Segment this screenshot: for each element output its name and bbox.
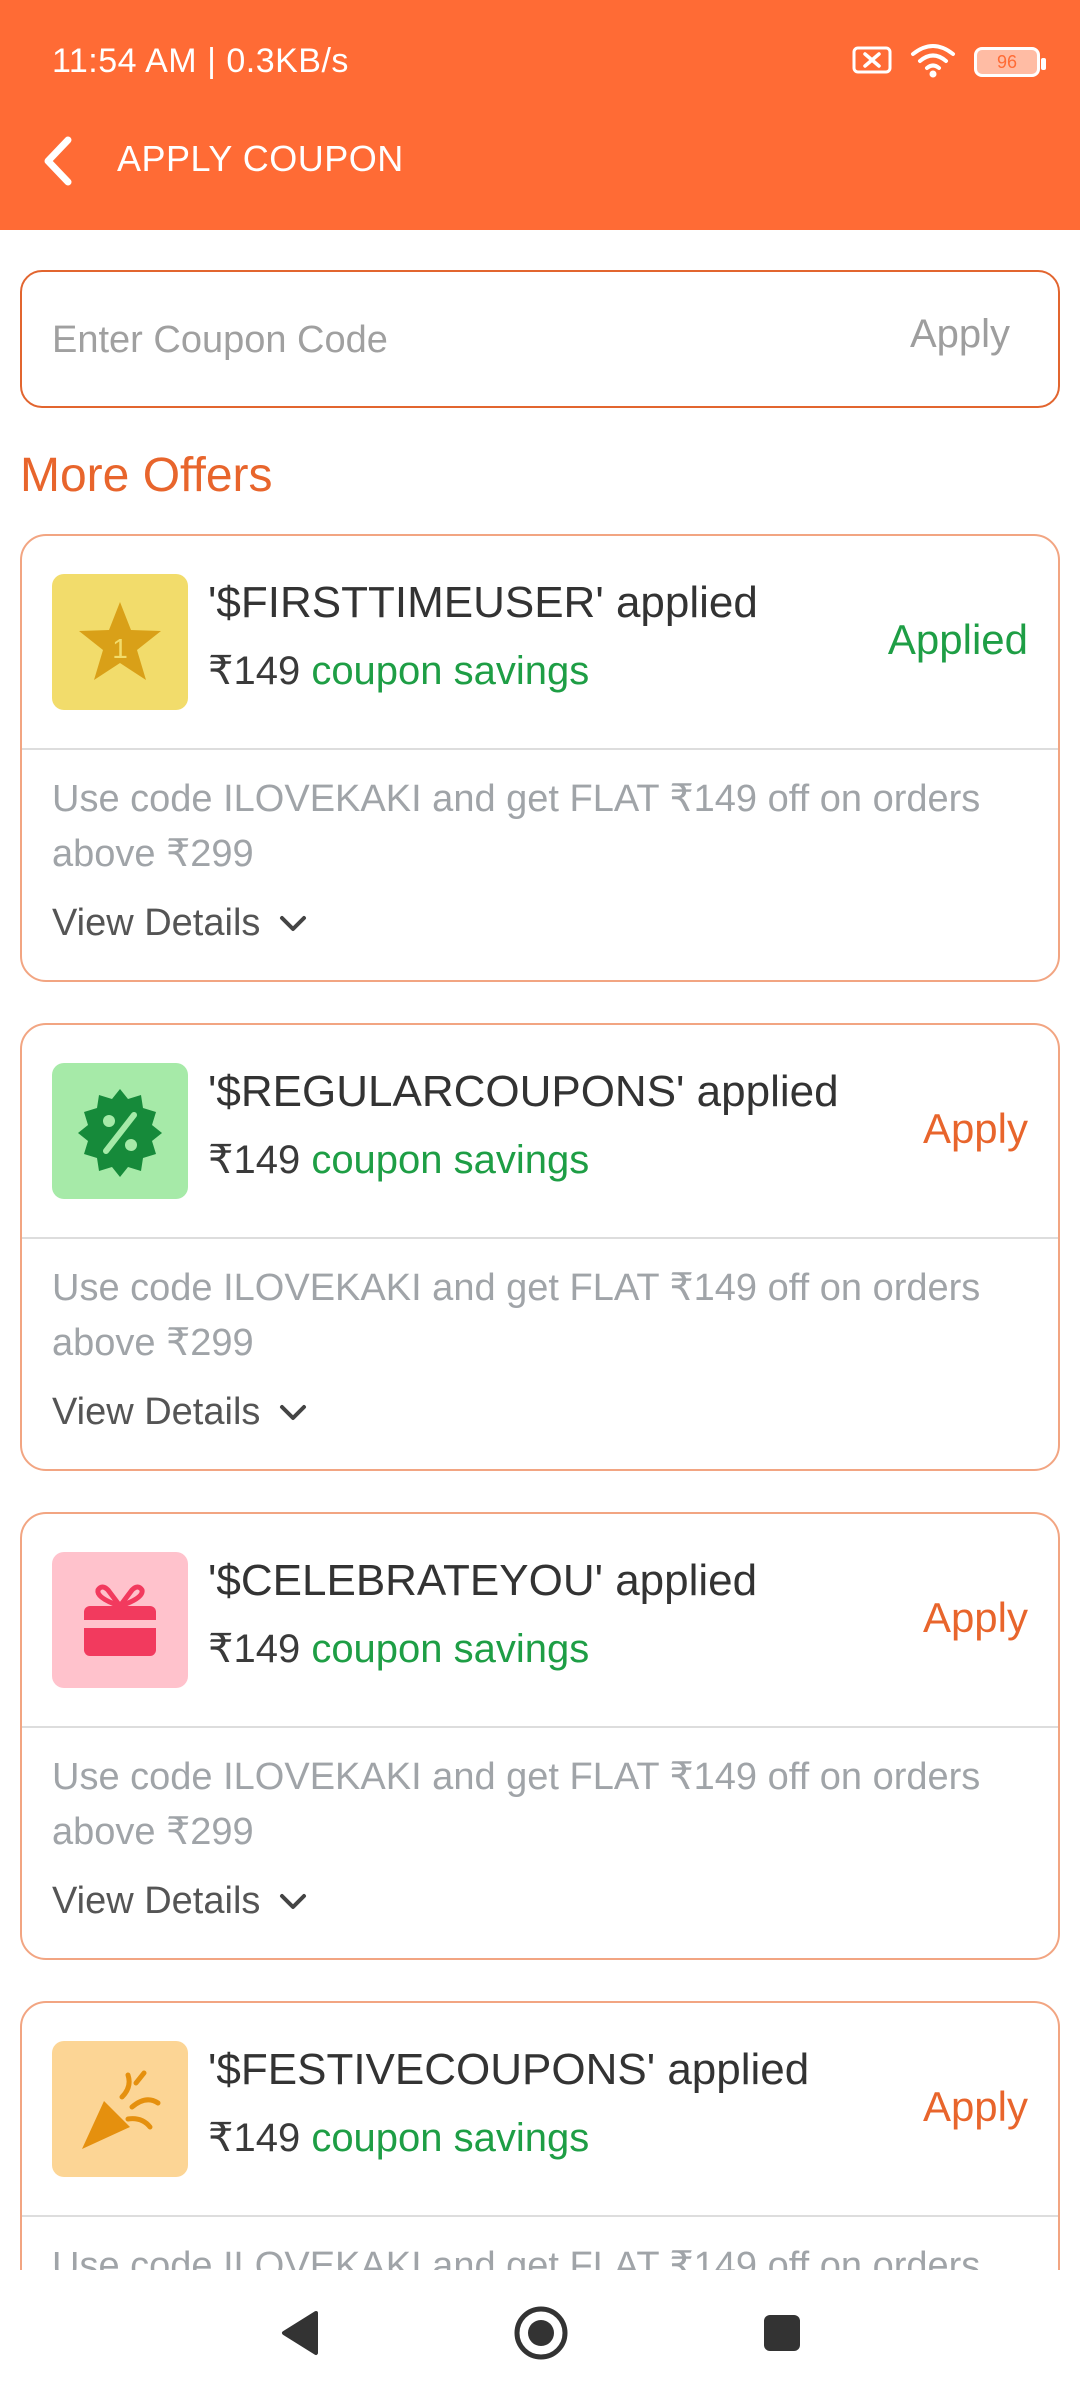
back-nav-icon[interactable] xyxy=(276,2308,322,2363)
offer-description: Use code ILOVEKAKI and get FLAT ₹149 off… xyxy=(52,778,981,875)
divider xyxy=(22,748,1058,750)
chevron-down-icon xyxy=(280,915,307,931)
offer-savings-label: coupon savings xyxy=(311,1138,590,1182)
chevron-left-icon xyxy=(44,136,72,186)
chevron-down-icon xyxy=(280,1893,307,1909)
offer-amount: ₹149 xyxy=(208,1627,301,1671)
party-popper-icon xyxy=(52,2041,188,2177)
offer-amount: ₹149 xyxy=(208,1138,301,1182)
back-button[interactable] xyxy=(22,126,92,196)
star-badge-icon: 1 xyxy=(52,574,188,710)
star-badge-number: 1 xyxy=(112,633,128,664)
offer-card: '$CELEBRATEYOU' applied ₹149 coupon savi… xyxy=(20,1512,1060,1960)
view-details-label: View Details xyxy=(52,1880,261,1922)
divider xyxy=(22,1726,1058,1728)
page-title: APPLY COUPON xyxy=(117,138,404,179)
battery-icon: 96 xyxy=(974,47,1046,77)
offer-card: '$REGULARCOUPONS' applied ₹149 coupon sa… xyxy=(20,1023,1060,1471)
status-time: 11:54 AM | 0.3KB/s xyxy=(52,42,349,80)
offer-card: '$FESTIVECOUPONS' applied ₹149 coupon sa… xyxy=(20,2001,1060,2270)
offer-apply-button[interactable]: Apply xyxy=(923,1594,1028,1642)
offer-apply-button[interactable]: Apply xyxy=(923,1105,1028,1153)
offer-savings-label: coupon savings xyxy=(311,649,590,693)
offer-description: Use code ILOVEKAKI and get FLAT ₹149 off… xyxy=(52,1756,981,1853)
offer-savings: ₹149 coupon savings xyxy=(208,1626,589,1672)
offer-applied-status[interactable]: Applied xyxy=(888,616,1028,664)
view-details-toggle[interactable]: View Details xyxy=(52,1391,308,1434)
close-box-icon xyxy=(852,45,892,80)
offer-savings-label: coupon savings xyxy=(311,2116,590,2160)
view-details-label: View Details xyxy=(52,1391,261,1433)
divider xyxy=(22,1237,1058,1239)
view-details-label: View Details xyxy=(52,902,261,944)
section-title: More Offers xyxy=(20,449,273,502)
home-nav-icon[interactable] xyxy=(512,2304,570,2367)
app-header: 11:54 AM | 0.3KB/s 96 APPLY COUPON xyxy=(0,0,1080,230)
percent-badge-icon xyxy=(52,1063,188,1199)
offer-description: Use code ILOVEKAKI and get FLAT ₹149 off… xyxy=(52,2245,981,2270)
view-details-toggle[interactable]: View Details xyxy=(52,902,308,945)
view-details-toggle[interactable]: View Details xyxy=(52,1880,308,1923)
offer-title: '$FESTIVECOUPONS' applied xyxy=(208,2045,810,2094)
gift-icon xyxy=(52,1552,188,1688)
offer-card: 1 '$FIRSTTIMEUSER' applied ₹149 coupon s… xyxy=(20,534,1060,982)
coupon-input-box: Apply xyxy=(20,270,1060,408)
wifi-icon xyxy=(910,42,956,83)
offer-amount: ₹149 xyxy=(208,649,301,693)
system-nav-bar xyxy=(0,2270,1080,2400)
divider xyxy=(22,2215,1058,2217)
status-bar: 11:54 AM | 0.3KB/s 96 xyxy=(0,0,1080,120)
offer-savings: ₹149 coupon savings xyxy=(208,1137,589,1183)
offer-apply-button[interactable]: Apply xyxy=(923,2083,1028,2131)
offer-title: '$REGULARCOUPONS' applied xyxy=(208,1067,839,1116)
offer-title: '$CELEBRATEYOU' applied xyxy=(208,1556,758,1605)
recents-nav-icon[interactable] xyxy=(760,2311,804,2360)
scroll-content[interactable]: Apply More Offers 1 '$FIRSTTIMEUSER' app… xyxy=(0,230,1080,2270)
offer-amount: ₹149 xyxy=(208,2116,301,2160)
chevron-down-icon xyxy=(280,1404,307,1420)
status-icons: 96 xyxy=(852,40,1046,84)
offer-savings: ₹149 coupon savings xyxy=(208,2115,589,2161)
offer-savings-label: coupon savings xyxy=(311,1627,590,1671)
coupon-code-input[interactable] xyxy=(52,312,832,368)
coupon-apply-button[interactable]: Apply xyxy=(910,312,1010,357)
offer-title: '$FIRSTTIMEUSER' applied xyxy=(208,578,758,627)
offer-savings: ₹149 coupon savings xyxy=(208,648,589,694)
offer-description: Use code ILOVEKAKI and get FLAT ₹149 off… xyxy=(52,1267,981,1364)
